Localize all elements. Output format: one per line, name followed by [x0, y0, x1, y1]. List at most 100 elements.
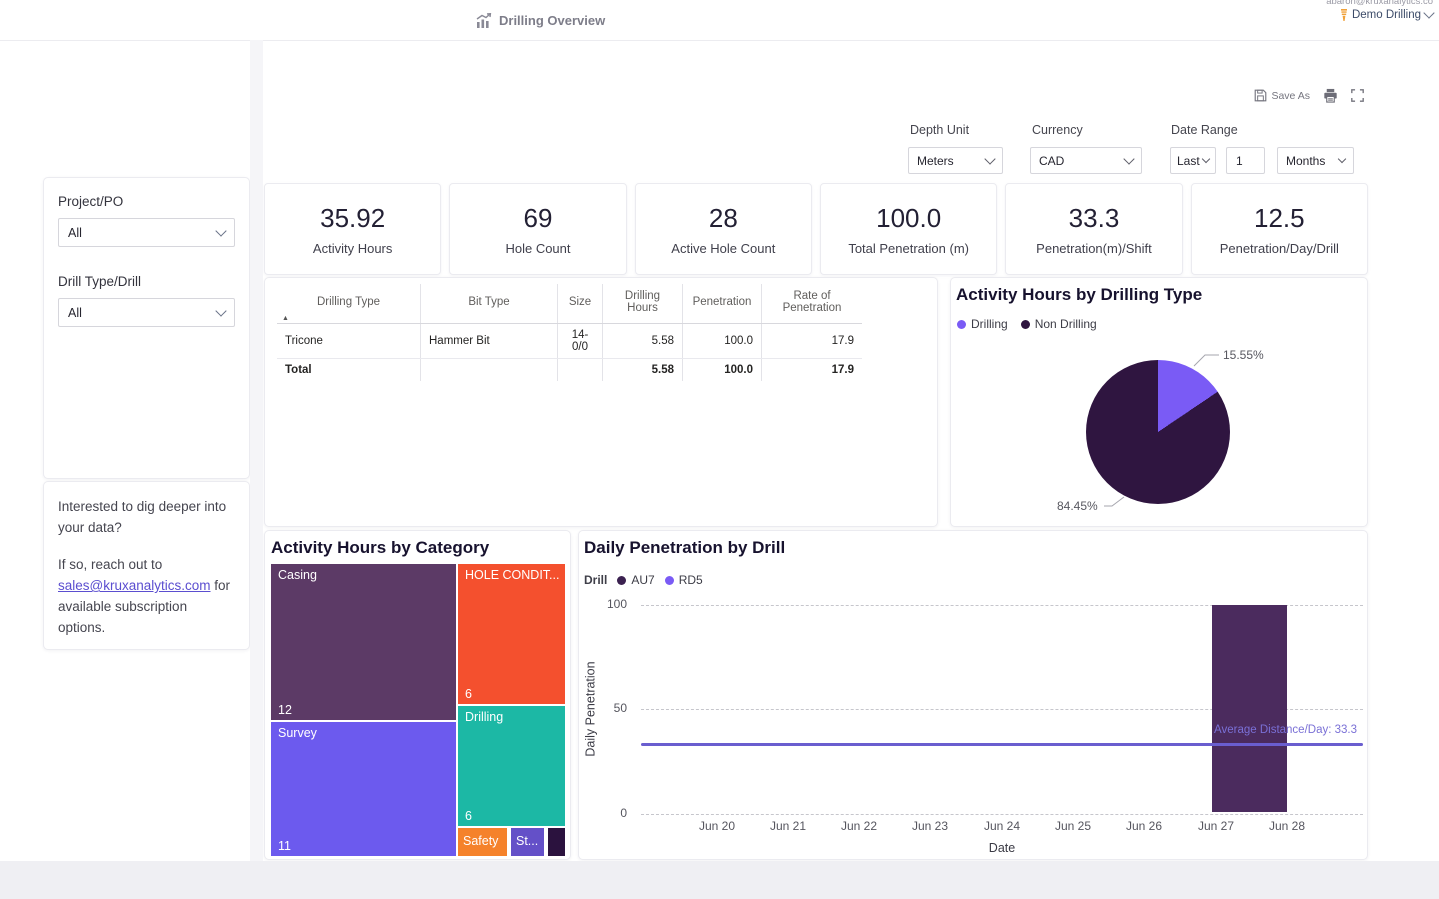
- treemap-label: Drilling: [465, 710, 561, 724]
- col-rate-of-penetration[interactable]: Rate of Penetration: [762, 284, 863, 324]
- drilling-summary-table: Drilling Type▲ Bit Type Size Drilling Ho…: [277, 284, 862, 381]
- kpi-active-hole-count: 28 Active Hole Count: [635, 183, 812, 275]
- treemap-value: 12: [278, 703, 292, 717]
- treemap-block-survey[interactable]: Survey 11: [271, 722, 456, 856]
- kpi-value: 69: [524, 203, 553, 234]
- y-tick-50: 50: [587, 701, 627, 715]
- date-range-label: Date Range: [1171, 123, 1238, 137]
- date-range-unit-dropdown[interactable]: Months: [1277, 147, 1354, 174]
- total-bit-type: [421, 359, 558, 382]
- total-drilling-hours: 5.58: [603, 359, 683, 382]
- cell-penetration: 100.0: [683, 324, 762, 359]
- treemap-block-other[interactable]: [548, 828, 565, 856]
- page-title: Drilling Overview: [476, 0, 605, 40]
- drill-type-value: All: [68, 306, 82, 320]
- daily-penetration-card: Daily Penetration by Drill Drill AU7 RD5…: [578, 530, 1368, 860]
- cell-bit-type: Hammer Bit: [421, 324, 558, 359]
- table-total-row: Total 5.58 100.0 17.9: [277, 359, 862, 382]
- total-penetration: 100.0: [683, 359, 762, 382]
- kpi-total-penetration: 100.0 Total Penetration (m): [820, 183, 997, 275]
- kpi-label: Hole Count: [505, 241, 570, 256]
- legend-dot: [665, 576, 674, 585]
- treemap-title: Activity Hours by Category: [271, 538, 489, 558]
- kpi-label: Active Hole Count: [671, 241, 775, 256]
- date-range-mode-value: Last: [1177, 154, 1200, 168]
- kpi-penetration-day-drill: 12.5 Penetration/Day/Drill: [1191, 183, 1368, 275]
- treemap-value: 6: [465, 809, 472, 823]
- drilling-summary-card: Drilling Type▲ Bit Type Size Drilling Ho…: [264, 277, 938, 527]
- promo-line2: If so, reach out to sales@kruxanalytics.…: [58, 554, 235, 638]
- kpi-label: Activity Hours: [313, 241, 392, 256]
- average-line-label: Average Distance/Day: 33.3: [1214, 724, 1357, 736]
- x-tick: Jun 24: [974, 819, 1030, 833]
- bar-chart-icon: [476, 13, 492, 28]
- date-range-mode-dropdown[interactable]: Last: [1170, 147, 1216, 174]
- average-reference-line: [641, 743, 1363, 746]
- x-tick: Jun 23: [902, 819, 958, 833]
- currency-dropdown[interactable]: CAD: [1030, 147, 1142, 174]
- print-button[interactable]: [1323, 88, 1338, 103]
- date-range-count-input[interactable]: [1226, 147, 1265, 174]
- chevron-down-icon: [1423, 7, 1434, 18]
- drill-type-label: Drill Type/Drill: [58, 274, 235, 289]
- account-email: abaron@kruxanalytics.co: [1326, 0, 1433, 7]
- treemap-block-safety[interactable]: Safety: [458, 828, 507, 856]
- x-tick: Jun 27: [1188, 819, 1244, 833]
- bar-au7-jun27[interactable]: [1212, 605, 1287, 812]
- total-size: [558, 359, 603, 382]
- treemap-label: HOLE CONDIT...: [465, 568, 561, 582]
- gridline-0: [641, 814, 1363, 815]
- sales-email-link[interactable]: sales@kruxanalytics.com: [58, 578, 211, 593]
- bar-legend: Drill AU7 RD5: [584, 573, 703, 587]
- depth-unit-dropdown[interactable]: Meters: [908, 147, 1003, 174]
- kpi-activity-hours: 35.92 Activity Hours: [264, 183, 441, 275]
- legend-dot: [617, 576, 626, 585]
- col-drilling-hours[interactable]: Drilling Hours: [603, 284, 683, 324]
- chevron-down-icon: [215, 225, 226, 236]
- treemap-value: 6: [465, 687, 472, 701]
- legend-item-rd5[interactable]: RD5: [665, 573, 703, 587]
- legend-item-au7[interactable]: AU7: [617, 573, 654, 587]
- treemap-label: Casing: [278, 568, 452, 582]
- kpi-label: Penetration/Day/Drill: [1220, 241, 1339, 256]
- kpi-row: 35.92 Activity Hours 69 Hole Count 28 Ac…: [264, 183, 1368, 275]
- col-drilling-type[interactable]: Drilling Type▲: [277, 284, 421, 324]
- sidebar-promo-card: Interested to dig deeper into your data?…: [43, 481, 250, 650]
- total-label: Total: [277, 359, 421, 382]
- col-size[interactable]: Size: [558, 284, 603, 324]
- treemap-block-casing[interactable]: Casing 12: [271, 564, 456, 720]
- currency-label: Currency: [1032, 123, 1083, 137]
- col-bit-type[interactable]: Bit Type: [421, 284, 558, 324]
- page-title-label: Drilling Overview: [499, 13, 605, 28]
- currency-value: CAD: [1039, 154, 1064, 168]
- project-po-dropdown[interactable]: All: [58, 218, 235, 247]
- col-penetration[interactable]: Penetration: [683, 284, 762, 324]
- org-selector[interactable]: Demo Drilling: [1340, 9, 1433, 21]
- cell-drilling-type: Tricone: [277, 324, 421, 359]
- x-tick: Jun 21: [760, 819, 816, 833]
- treemap-block-st[interactable]: St...: [511, 828, 544, 856]
- chevron-down-icon: [1338, 154, 1346, 162]
- treemap-block-drilling[interactable]: Drilling 6: [458, 706, 565, 826]
- y-tick-100: 100: [587, 597, 627, 611]
- drilling-overview-app: Drilling Overview abaron@kruxanalytics.c…: [0, 0, 1439, 899]
- promo-line1: Interested to dig deeper into your data?: [58, 496, 235, 538]
- drill-type-dropdown[interactable]: All: [58, 298, 235, 327]
- table-header-row: Drilling Type▲ Bit Type Size Drilling Ho…: [277, 284, 862, 324]
- project-po-value: All: [68, 226, 82, 240]
- sort-asc-icon: ▲: [282, 315, 289, 322]
- treemap-block-hole-conditioning[interactable]: HOLE CONDIT... 6: [458, 564, 565, 704]
- side-gutter: [250, 40, 263, 861]
- depth-unit-label: Depth Unit: [910, 123, 969, 137]
- report-toolbar: Save As: [1254, 88, 1364, 103]
- x-axis-title: Date: [942, 841, 1062, 855]
- kpi-value: 28: [709, 203, 738, 234]
- y-tick-0: 0: [587, 806, 627, 820]
- fullscreen-button[interactable]: [1351, 89, 1364, 102]
- org-selector-label: Demo Drilling: [1352, 9, 1421, 21]
- top-header: Drilling Overview abaron@kruxanalytics.c…: [0, 0, 1439, 41]
- chevron-down-icon: [984, 153, 995, 164]
- save-as-button[interactable]: Save As: [1254, 89, 1310, 102]
- x-tick: Jun 20: [689, 819, 745, 833]
- bottom-gutter: [0, 861, 1439, 899]
